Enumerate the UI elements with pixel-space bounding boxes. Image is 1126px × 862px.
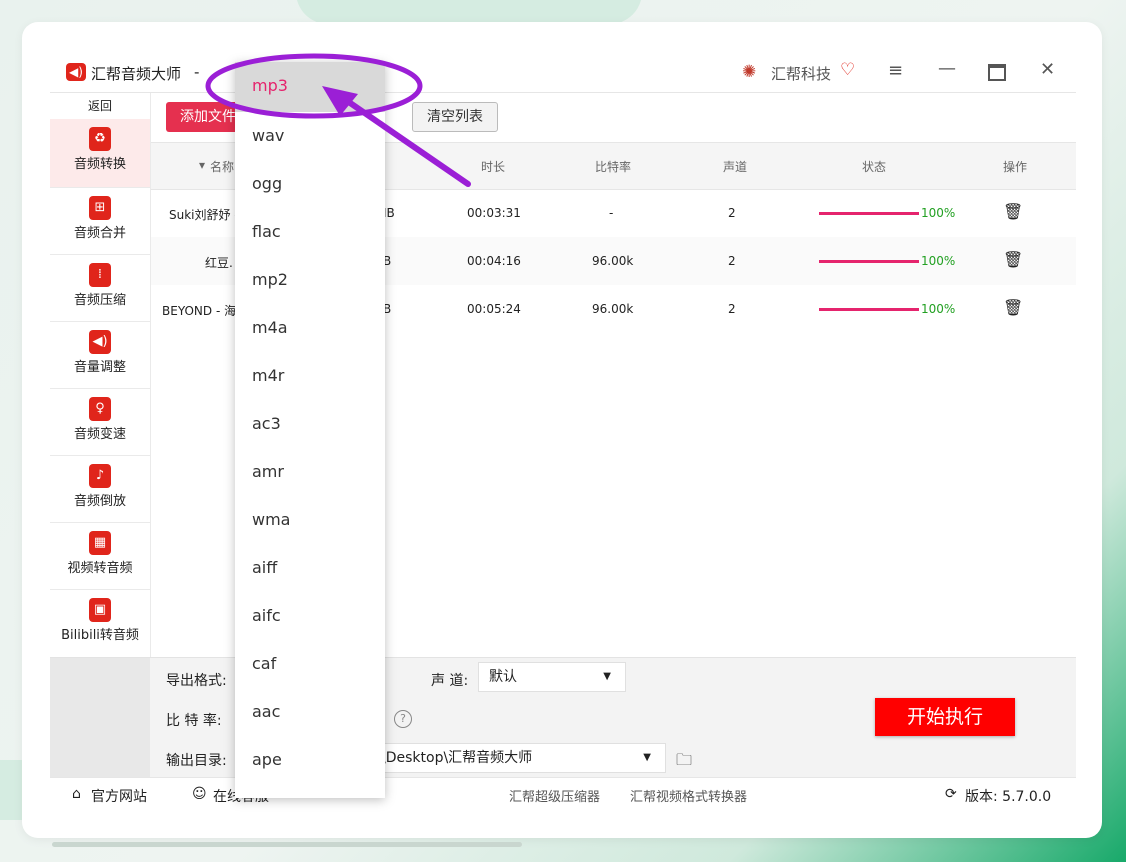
- annotation-arrow-line: [337, 93, 471, 187]
- annotation-overlay: [205, 53, 471, 187]
- annotation-arrow-head: [322, 86, 358, 116]
- highlight-ellipse: [205, 53, 423, 119]
